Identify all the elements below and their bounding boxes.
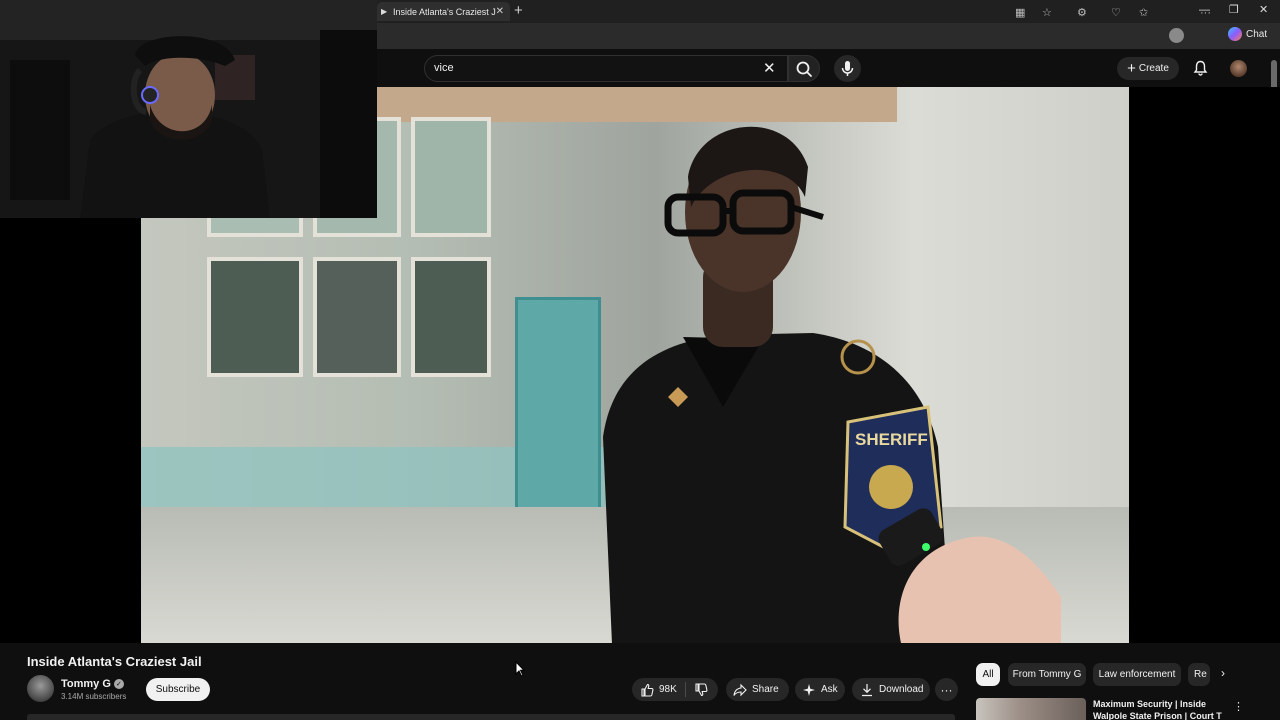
account-avatar[interactable] [1230, 60, 1247, 77]
search-button[interactable] [788, 55, 820, 82]
like-dislike-group: 98K [632, 678, 718, 701]
share-label: Share [752, 684, 779, 695]
microphone-icon [841, 61, 854, 76]
favorites-icon[interactable]: ✩ [1139, 6, 1148, 20]
video-microphone-hand [878, 508, 1061, 643]
chip-from-tommy-g[interactable]: From Tommy G [1008, 663, 1086, 686]
plus-icon: + [1127, 59, 1136, 77]
sparkle-icon [802, 683, 816, 697]
copilot-label: Chat [1246, 28, 1268, 40]
browser-essentials-icon[interactable]: ♡ [1111, 6, 1121, 20]
download-icon [860, 683, 874, 697]
copilot-icon [1228, 27, 1242, 41]
streamer-webcam [0, 0, 377, 218]
video-cell-window [411, 257, 491, 377]
channel-name[interactable]: Tommy G ✓ [61, 678, 124, 690]
video-letterbox-left [0, 218, 141, 643]
create-label: Create [1138, 63, 1169, 74]
tab-title: Inside Atlanta's Craziest Jail [393, 6, 496, 17]
mouse-cursor-icon [515, 661, 525, 677]
video-title: Inside Atlanta's Craziest Jail [27, 654, 202, 669]
copilot-chat-button[interactable]: Chat [1228, 27, 1267, 41]
thumbs-down-icon [695, 682, 708, 696]
new-tab-button[interactable]: + [514, 3, 523, 19]
webcam-feed [0, 0, 377, 218]
chip-law-enforcement[interactable]: Law enforcement [1093, 663, 1181, 686]
extensions-icon[interactable]: ⚙ [1077, 6, 1087, 20]
verified-badge-icon: ✓ [113, 679, 124, 689]
youtube-favicon-icon: ▶ [381, 7, 388, 16]
profile-icon[interactable] [1169, 28, 1184, 43]
favorite-star-icon[interactable]: ☆ [1042, 6, 1052, 20]
subscriber-count: 3.14M subscribers [61, 692, 127, 701]
subscribe-button[interactable]: Subscribe [146, 678, 210, 701]
share-button[interactable]: Share [726, 678, 789, 701]
video-upper-window [411, 117, 491, 237]
share-icon [733, 683, 747, 697]
voice-search-button[interactable] [834, 55, 861, 82]
download-label: Download [879, 684, 924, 695]
restore-button[interactable]: ❐ [1229, 4, 1239, 16]
sheriff-patch-text: SHERIFF [855, 430, 928, 449]
recommendation-title[interactable]: Maximum Security | Inside Walpole State … [1093, 698, 1223, 720]
immersive-reader-icon[interactable]: ▦ [1015, 6, 1025, 20]
notifications-bell-icon[interactable] [1193, 60, 1208, 76]
thumbs-up-icon [641, 683, 654, 697]
description-box-edge[interactable] [27, 714, 955, 720]
like-count[interactable]: 98K [659, 684, 677, 695]
search-icon [796, 61, 812, 77]
like-button[interactable] [640, 683, 654, 697]
search-input-value[interactable]: vice [434, 62, 454, 74]
video-cell-window [207, 257, 303, 377]
chip-related[interactable]: Re [1188, 663, 1210, 686]
dislike-button[interactable] [694, 682, 708, 697]
channel-name-text[interactable]: Tommy G [61, 678, 111, 690]
recommendation-title-line2[interactable]: Walpole State Prison | Court T [1093, 710, 1223, 720]
chip-all[interactable]: All [976, 663, 1000, 686]
like-divider [684, 682, 686, 697]
chevron-right-icon[interactable]: › [1221, 666, 1225, 680]
settings-more-icon[interactable]: ··· [1200, 6, 1211, 20]
download-button[interactable]: Download [852, 678, 930, 701]
channel-avatar[interactable] [27, 675, 54, 702]
clear-search-icon[interactable]: ✕ [763, 59, 776, 77]
ask-button[interactable]: Ask [795, 678, 845, 701]
tab-close-icon[interactable]: ✕ [496, 6, 504, 17]
create-button[interactable]: + Create [1117, 57, 1179, 80]
close-window-button[interactable]: ✕ [1259, 4, 1268, 16]
search-input[interactable] [424, 55, 788, 82]
ask-label: Ask [821, 684, 838, 695]
browser-tab[interactable]: ▶ Inside Atlanta's Craziest Jail ✕ [377, 2, 510, 21]
recommendation-menu-icon[interactable]: ⋮ [1233, 700, 1244, 713]
video-letterbox-right [1129, 87, 1280, 643]
recommendation-thumbnail[interactable] [976, 698, 1086, 720]
video-cell-window [313, 257, 401, 377]
recommendation-title-line1[interactable]: Maximum Security | Inside [1093, 698, 1223, 710]
more-actions-button[interactable]: ··· [935, 678, 958, 701]
